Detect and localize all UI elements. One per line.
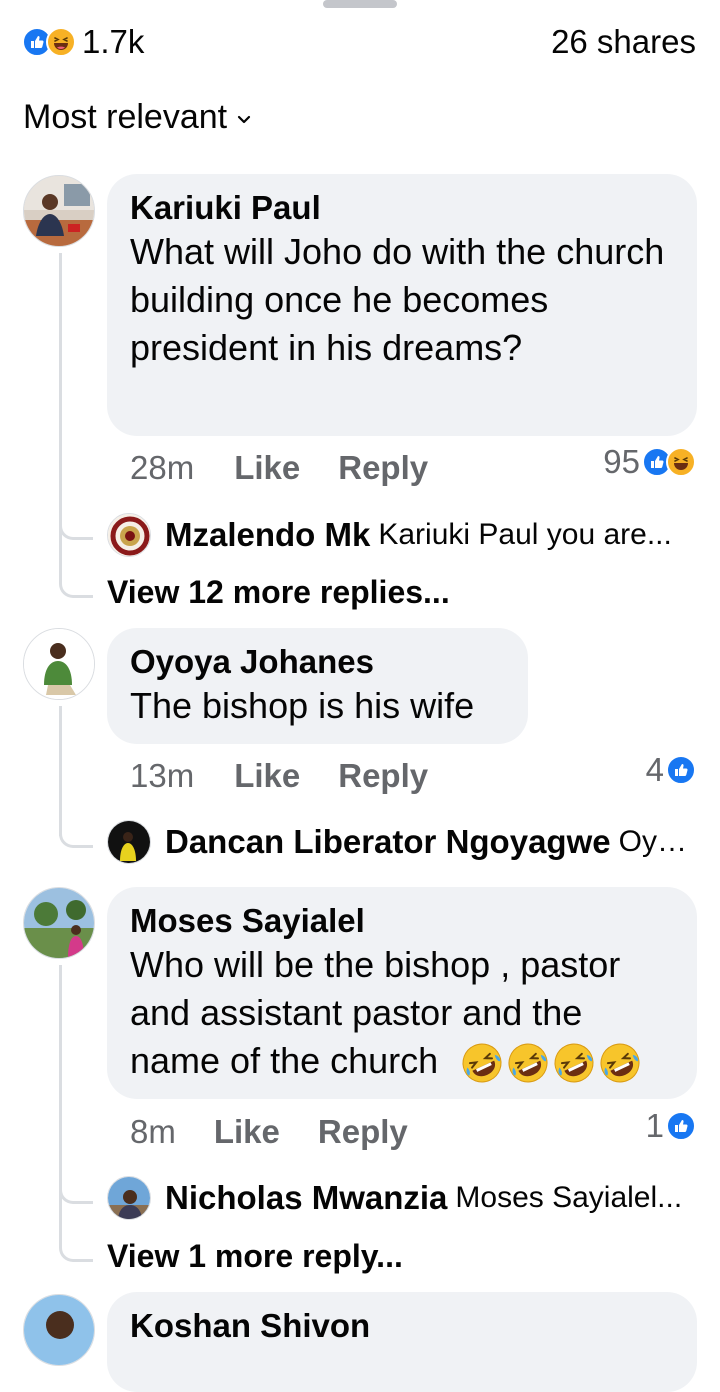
reply-author: Nicholas Mwanzia (165, 1179, 448, 1216)
chevron-down-icon (237, 115, 251, 123)
reply-button[interactable]: Reply (338, 449, 428, 487)
thread-connector (59, 822, 93, 848)
comment-reaction-count[interactable]: 4 (646, 750, 696, 790)
comment-author[interactable]: Oyoya Johanes (130, 642, 506, 682)
comment-bubble: Oyoya Johanes The bishop is his wife (107, 628, 528, 744)
comment-bubble: Moses Sayialel Who will be the bishop , … (107, 887, 697, 1099)
reply-button[interactable]: Reply (318, 1113, 408, 1151)
rofl-emoji (554, 1043, 594, 1083)
like-icon (666, 755, 696, 785)
share-count[interactable]: 26 shares (551, 23, 696, 61)
comment-sort-dropdown[interactable]: Most relevant (23, 98, 251, 137)
reply-preview[interactable]: Dancan Liberator Ngoyagwe Oyo... (107, 819, 696, 865)
comment-text: The bishop is his wife (130, 685, 475, 726)
reply-button[interactable]: Reply (338, 757, 428, 795)
haha-icon (666, 447, 696, 477)
thread-connector (59, 1236, 93, 1262)
reply-snippet: Kariuki Paul you are... (378, 518, 672, 551)
sheet-drag-handle[interactable] (323, 0, 397, 8)
reply-author: Dancan Liberator Ngoyagwe (165, 823, 611, 860)
comment-bubble: Kariuki Paul What will Joho do with the … (107, 174, 697, 436)
reaction-count: 1.7k (82, 23, 145, 60)
comment-text: What will Joho do with the church buildi… (130, 231, 665, 368)
reaction-summary[interactable]: 1.7k (22, 23, 144, 61)
comment-author[interactable]: Moses Sayialel (130, 901, 675, 941)
comment-author[interactable]: Kariuki Paul (130, 188, 675, 228)
emoji-group (458, 1040, 642, 1083)
comment-text: Who will be the bishop , pastor and assi… (130, 941, 675, 1085)
reply-preview[interactable]: Nicholas Mwanzia Moses Sayialel... (107, 1175, 696, 1221)
view-more-replies[interactable]: View 1 more reply... (107, 1238, 403, 1275)
comment-actions: 28m Like Reply (130, 448, 428, 488)
reply-preview[interactable]: Mzalendo Mk Kariuki Paul you are... (107, 512, 696, 558)
avatar (107, 820, 151, 864)
rofl-emoji (462, 1043, 502, 1083)
thread-connector (59, 514, 93, 540)
comment-reaction-count[interactable]: 1 (646, 1106, 696, 1146)
rofl-emoji (600, 1043, 640, 1083)
avatar[interactable] (23, 628, 95, 700)
avatar[interactable] (23, 1294, 95, 1366)
comment-bubble: Koshan Shivon (107, 1292, 697, 1392)
thread-connector (59, 572, 93, 598)
avatar (107, 1176, 151, 1220)
reply-snippet: Oyo... (618, 825, 696, 858)
rofl-emoji (508, 1043, 548, 1083)
comment-time: 28m (130, 449, 195, 486)
thread-line (59, 706, 62, 836)
like-icon (666, 1111, 696, 1141)
like-button[interactable]: Like (214, 1113, 280, 1151)
comment-time: 8m (130, 1113, 176, 1150)
thread-connector (59, 1178, 93, 1204)
post-stats-bar: 1.7k 26 shares (22, 20, 696, 64)
avatar[interactable] (23, 175, 95, 247)
comment-time: 13m (130, 757, 195, 794)
comment-actions: 13m Like Reply (130, 756, 428, 796)
avatar[interactable] (23, 887, 95, 959)
haha-icon (46, 27, 76, 57)
reply-author: Mzalendo Mk (165, 516, 371, 553)
view-more-replies[interactable]: View 12 more replies... (107, 574, 450, 611)
sort-label: Most relevant (23, 98, 228, 136)
avatar (107, 513, 151, 557)
like-button[interactable]: Like (234, 757, 300, 795)
comment-actions: 8m Like Reply (130, 1112, 408, 1152)
like-button[interactable]: Like (234, 449, 300, 487)
comment-reaction-count[interactable]: 95 (603, 442, 696, 482)
reply-snippet: Moses Sayialel... (455, 1181, 683, 1214)
comment-author[interactable]: Koshan Shivon (130, 1306, 675, 1346)
thread-line (59, 965, 62, 1243)
